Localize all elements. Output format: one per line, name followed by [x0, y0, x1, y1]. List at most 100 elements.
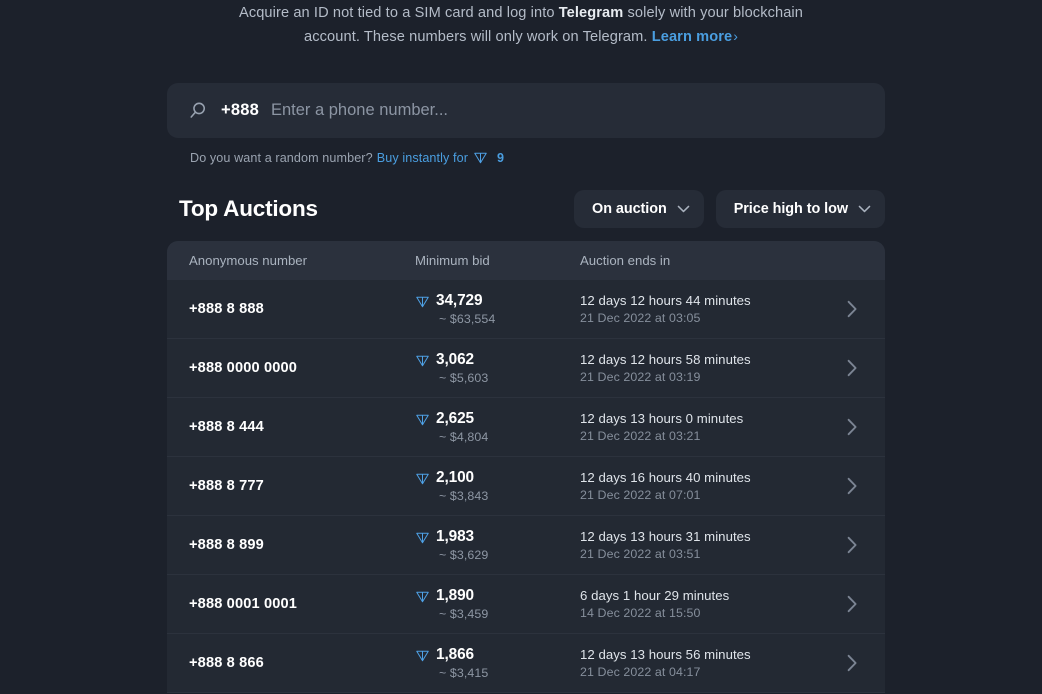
learn-more-label: Learn more: [651, 29, 733, 45]
row-arrow-cell[interactable]: [837, 595, 885, 613]
row-arrow-cell[interactable]: [837, 654, 885, 672]
telegram-fragment-page: Acquire an ID not tied to a SIM card and…: [0, 0, 1042, 694]
auction-time-remaining: 6 days 1 hour 29 minutes: [580, 588, 730, 603]
auction-end-date: 21 Dec 2022 at 04:17: [580, 665, 701, 679]
table-row[interactable]: +888 8 866 1,866 ~ $3,415 12 days 13 hou…: [167, 634, 885, 693]
bid-amount-row: 34,729: [415, 292, 580, 310]
ton-diamond-icon: [416, 355, 429, 366]
chevron-down-icon: [677, 205, 690, 213]
auction-time-remaining: 12 days 13 hours 56 minutes: [580, 647, 751, 662]
table-row[interactable]: +888 0000 0000 3,062 ~ $5,603 12 days 12…: [167, 339, 885, 398]
row-ends-cell: 12 days 13 hours 31 minutes 21 Dec 2022 …: [580, 529, 837, 561]
search-input[interactable]: [270, 101, 865, 120]
auction-end-date: 21 Dec 2022 at 03:21: [580, 429, 701, 443]
buy-instantly-price: 9: [497, 150, 505, 165]
anonymous-number: +888 8 777: [189, 478, 264, 494]
search-box[interactable]: +888: [167, 83, 885, 138]
row-ends-cell: 12 days 13 hours 56 minutes 21 Dec 2022 …: [580, 647, 837, 679]
column-header-auction-ends: Auction ends in: [580, 253, 671, 268]
chevron-right-icon: [847, 595, 857, 613]
bid-amount-usd: ~ $3,843: [439, 489, 489, 503]
bid-amount-ton: 2,100: [436, 469, 475, 486]
table-header-row: Anonymous number Minimum bid Auction end…: [167, 241, 885, 280]
row-arrow-cell[interactable]: [837, 359, 885, 377]
column-header-minimum-bid: Minimum bid: [415, 253, 490, 268]
bid-amount-usd: ~ $63,554: [439, 312, 496, 326]
bid-amount-row: 1,983: [415, 528, 580, 546]
chevron-right-icon: [847, 300, 857, 318]
bid-amount-usd: ~ $4,804: [439, 430, 489, 444]
filter-status-button[interactable]: On auction: [574, 190, 704, 228]
filter-group: On auction Price high to low: [574, 190, 885, 228]
table-row[interactable]: +888 8 444 2,625 ~ $4,804 12 days 13 hou…: [167, 398, 885, 457]
row-number-cell: +888 8 899: [167, 536, 415, 554]
ton-diamond-icon: [416, 296, 429, 307]
bid-amount-ton: 3,062: [436, 351, 475, 368]
auction-end-date: 21 Dec 2022 at 07:01: [580, 488, 701, 502]
row-number-cell: +888 8 888: [167, 300, 415, 318]
filter-sort-label: Price high to low: [733, 201, 848, 217]
table-row[interactable]: +888 8 888 34,729 ~ $63,554 12 days 12 h…: [167, 280, 885, 339]
bid-amount-usd: ~ $3,415: [439, 666, 489, 680]
row-ends-cell: 12 days 12 hours 44 minutes 21 Dec 2022 …: [580, 293, 837, 325]
row-bid-cell: 1,983 ~ $3,629: [415, 528, 580, 562]
intro-line1-a: Acquire an ID not tied to a SIM card and…: [238, 5, 559, 21]
page-title: Top Auctions: [179, 196, 318, 221]
chevron-down-icon: [858, 205, 871, 213]
bid-amount-row: 3,062: [415, 351, 580, 369]
row-bid-cell: 1,890 ~ $3,459: [415, 587, 580, 621]
auction-time-remaining: 12 days 13 hours 0 minutes: [580, 411, 744, 426]
chevron-right-icon: [847, 536, 857, 554]
auctions-table: Anonymous number Minimum bid Auction end…: [167, 241, 885, 693]
country-code-prefix: +888: [221, 101, 259, 119]
search-bar[interactable]: +888: [167, 83, 885, 138]
row-number-cell: +888 0000 0000: [167, 359, 415, 377]
row-bid-cell: 2,625 ~ $4,804: [415, 410, 580, 444]
chevron-right-icon: ›: [733, 28, 738, 44]
learn-more-link[interactable]: Learn more›: [651, 28, 738, 45]
anonymous-number: +888 0000 0000: [189, 360, 298, 376]
search-icon: [190, 102, 206, 118]
row-ends-cell: 12 days 16 hours 40 minutes 21 Dec 2022 …: [580, 470, 837, 502]
row-number-cell: +888 8 866: [167, 654, 415, 672]
row-ends-cell: 12 days 13 hours 0 minutes 21 Dec 2022 a…: [580, 411, 837, 443]
bid-amount-ton: 34,729: [436, 292, 483, 309]
table-row[interactable]: +888 8 899 1,983 ~ $3,629 12 days 13 hou…: [167, 516, 885, 575]
random-number-question: Do you want a random number?: [190, 150, 373, 165]
row-bid-cell: 3,062 ~ $5,603: [415, 351, 580, 385]
auction-time-remaining: 12 days 12 hours 58 minutes: [580, 352, 751, 367]
anonymous-number: +888 8 866: [189, 655, 264, 671]
auction-time-remaining: 12 days 16 hours 40 minutes: [580, 470, 751, 485]
bid-amount-row: 2,100: [415, 469, 580, 487]
intro-line1-b: solely with your blockchain: [623, 5, 803, 21]
row-arrow-cell[interactable]: [837, 418, 885, 436]
row-number-cell: +888 0001 0001: [167, 595, 415, 613]
ton-diamond-icon: [416, 532, 429, 543]
bid-amount-usd: ~ $3,459: [439, 607, 489, 621]
chevron-right-icon: [847, 654, 857, 672]
buy-instantly-link[interactable]: Buy instantly for: [377, 151, 468, 165]
auction-time-remaining: 12 days 13 hours 31 minutes: [580, 529, 751, 544]
table-row[interactable]: +888 0001 0001 1,890 ~ $3,459 6 days 1 h…: [167, 575, 885, 634]
filter-sort-button[interactable]: Price high to low: [715, 190, 885, 228]
intro-line2: account. These numbers will only work on…: [304, 29, 648, 45]
ton-diamond-icon: [416, 414, 429, 425]
row-number-cell: +888 8 777: [167, 477, 415, 495]
auction-end-date: 21 Dec 2022 at 03:19: [580, 370, 701, 384]
table-row[interactable]: +888 8 777 2,100 ~ $3,843 12 days 16 hou…: [167, 457, 885, 516]
anonymous-number: +888 8 888: [189, 301, 264, 317]
row-ends-cell: 6 days 1 hour 29 minutes 14 Dec 2022 at …: [580, 588, 837, 620]
anonymous-number: +888 8 444: [189, 419, 264, 435]
row-ends-cell: 12 days 12 hours 58 minutes 21 Dec 2022 …: [580, 352, 837, 384]
auction-end-date: 14 Dec 2022 at 15:50: [580, 606, 701, 620]
bid-amount-row: 2,625: [415, 410, 580, 428]
row-arrow-cell[interactable]: [837, 536, 885, 554]
auction-time-remaining: 12 days 12 hours 44 minutes: [580, 293, 751, 308]
bid-amount-row: 1,890: [415, 587, 580, 605]
bid-amount-row: 1,866: [415, 646, 580, 664]
row-arrow-cell[interactable]: [837, 300, 885, 318]
row-arrow-cell[interactable]: [837, 477, 885, 495]
auction-end-date: 21 Dec 2022 at 03:05: [580, 311, 701, 325]
chevron-right-icon: [847, 418, 857, 436]
ton-diamond-icon: [416, 650, 429, 661]
